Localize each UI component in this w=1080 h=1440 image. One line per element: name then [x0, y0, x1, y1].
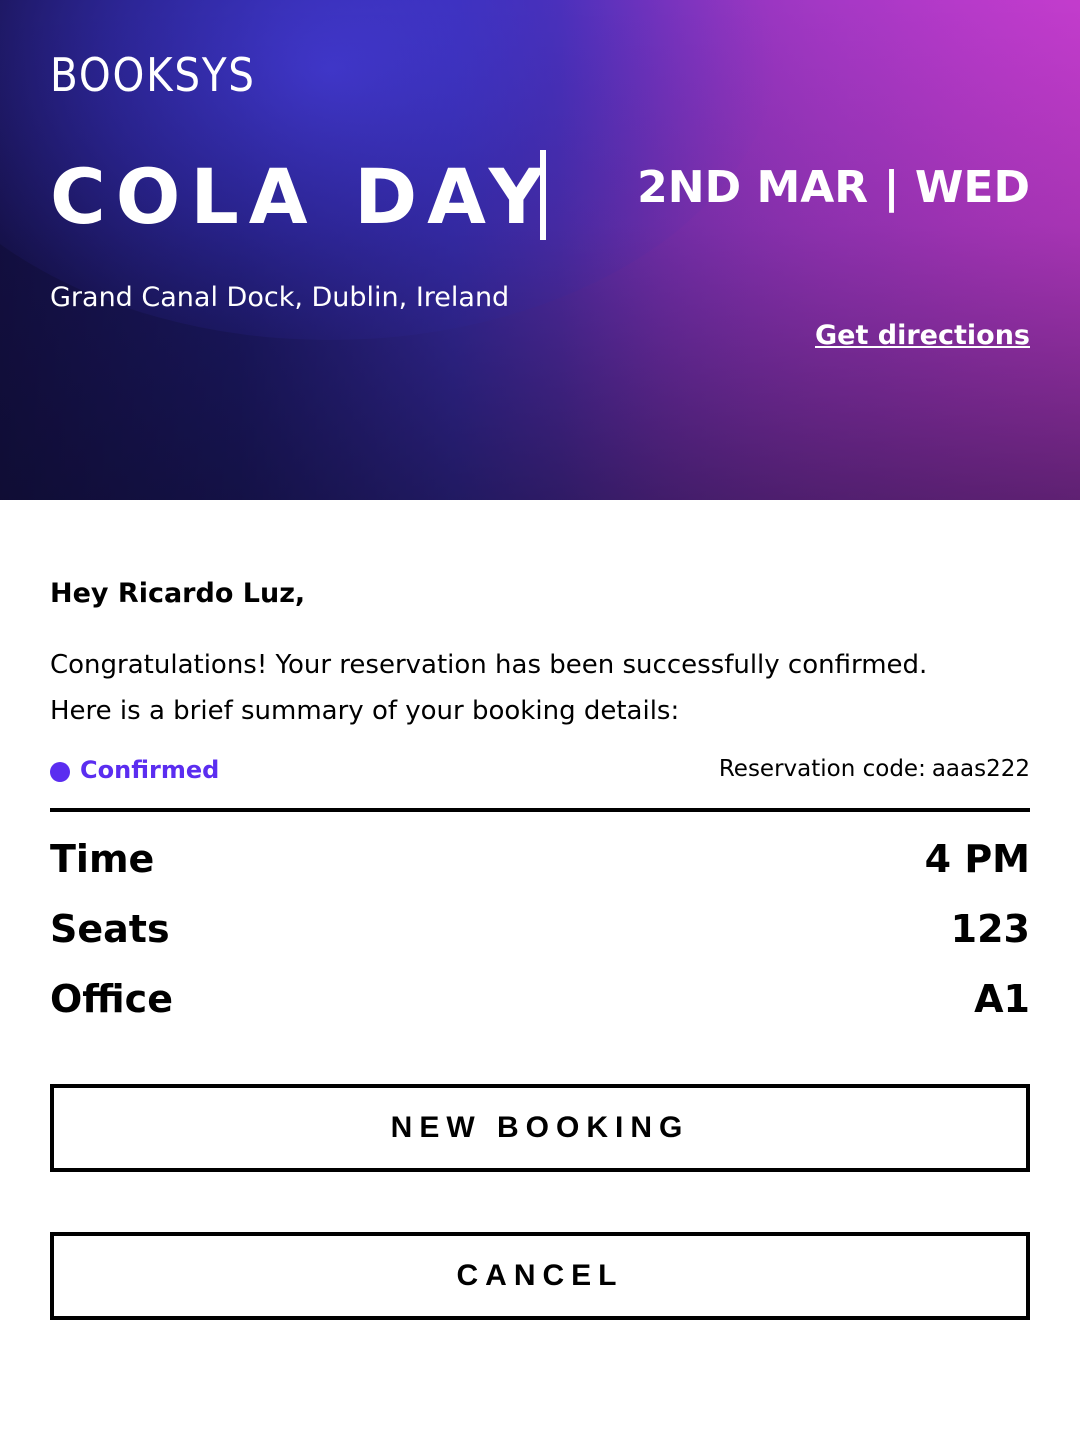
new-booking-button[interactable]: NEW BOOKING	[50, 1084, 1030, 1172]
detail-value: 4 PM	[924, 837, 1030, 881]
reservation-code-value: aaas222	[931, 756, 1030, 782]
get-directions-link[interactable]: Get directions	[815, 320, 1030, 351]
detail-label: Office	[50, 977, 173, 1021]
detail-row-office: Office A1	[50, 970, 1030, 1040]
event-date: 2ND MAR | WED	[637, 162, 1030, 213]
booking-details: Time 4 PM Seats 123 Office A1	[50, 830, 1030, 1040]
status-dot-icon	[50, 762, 70, 782]
detail-label: Seats	[50, 907, 170, 951]
event-header: BOOKSYS COLA DAY 2ND MAR | WED Grand Can…	[0, 0, 1080, 500]
booksys-logo: BOOKSYS	[50, 48, 256, 102]
cancel-button[interactable]: CANCEL	[50, 1232, 1030, 1320]
title-divider	[540, 150, 546, 240]
detail-label: Time	[50, 837, 155, 881]
detail-value: 123	[950, 907, 1030, 951]
details-divider	[50, 808, 1030, 812]
greeting: Hey Ricardo Luz,	[50, 578, 306, 609]
confirmation-message: Congratulations! Your reservation has be…	[50, 642, 1030, 734]
detail-row-seats: Seats 123	[50, 900, 1030, 970]
reservation-code: Reservation code: aaas222	[719, 756, 1030, 782]
message-line-1: Congratulations! Your reservation has be…	[50, 650, 928, 680]
status-badge: Confirmed	[80, 756, 220, 784]
event-location: Grand Canal Dock, Dublin, Ireland	[50, 282, 510, 313]
status-row: Confirmed Reservation code: aaas222	[50, 756, 1030, 792]
detail-value: A1	[974, 977, 1030, 1021]
message-line-2: Here is a brief summary of your booking …	[50, 696, 680, 726]
detail-row-time: Time 4 PM	[50, 830, 1030, 900]
reservation-code-label: Reservation code:	[718, 756, 926, 782]
event-title: COLA DAY	[50, 152, 554, 241]
